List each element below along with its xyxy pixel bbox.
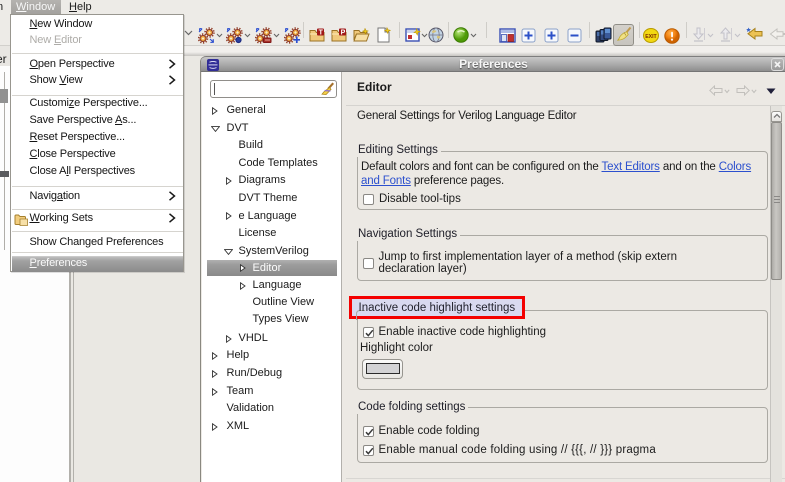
svg-text:EXIT: EXIT — [645, 34, 657, 40]
svg-text:P: P — [341, 30, 346, 37]
svg-text:T: T — [319, 30, 324, 37]
